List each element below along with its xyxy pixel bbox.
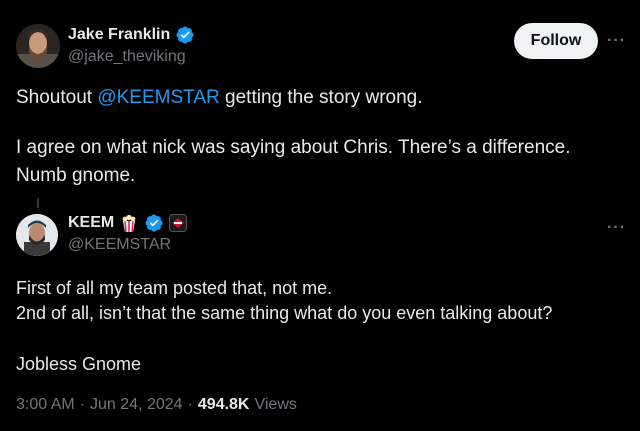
quoted-avatar-image: [16, 214, 58, 256]
thread-connector-line: [37, 198, 39, 208]
mention-link[interactable]: @KEEMSTAR: [97, 87, 219, 108]
views-label: Views: [254, 396, 297, 413]
tweet-text-prefix: Shoutout: [16, 87, 98, 108]
tweet-paragraph-2: I agree on what nick was saying about Ch…: [16, 137, 576, 186]
verified-badge-icon[interactable]: [144, 213, 164, 233]
meta-separator: ·: [187, 396, 193, 413]
verified-badge-icon[interactable]: [175, 25, 195, 45]
views-count: 494.8K: [197, 396, 250, 413]
follow-button[interactable]: Follow: [514, 23, 598, 59]
meta-separator: ·: [79, 396, 86, 413]
author-avatar[interactable]: [16, 24, 60, 68]
popcorn-emoji-icon: [122, 214, 136, 233]
affiliate-badge-icon[interactable]: [169, 214, 188, 232]
tweet-text-suffix: getting the story wrong.: [219, 87, 423, 108]
quoted-more-options-icon[interactable]: ···: [607, 219, 626, 237]
tweet-meta: 3:00 AM · Jun 24, 2024 · 494.8K Views: [16, 396, 297, 414]
author-avatar-image: [16, 24, 60, 68]
author-name-row[interactable]: Jake Franklin: [68, 25, 195, 45]
tweet-text: Shoutout @KEEMSTAR getting the story wro…: [16, 84, 626, 112]
quoted-text-line-2: 2nd of all, isn’t that the same thing wh…: [16, 303, 553, 323]
quoted-author-avatar[interactable]: [16, 214, 58, 256]
quoted-text-line-1: First of all my team posted that, not me…: [16, 278, 333, 298]
quoted-text-line-3: Jobless Gnome: [16, 354, 142, 374]
tweet-date[interactable]: Jun 24, 2024: [90, 396, 183, 414]
quoted-author-name-row[interactable]: KEEM: [68, 213, 188, 233]
quoted-author-display-name[interactable]: KEEM: [68, 214, 114, 232]
more-options-icon[interactable]: ···: [607, 32, 626, 50]
tweet-time[interactable]: 3:00 AM: [16, 396, 75, 414]
quoted-author-handle[interactable]: @KEEMSTAR: [68, 236, 171, 254]
author-handle[interactable]: @jake_theviking: [68, 48, 186, 66]
author-display-name[interactable]: Jake Franklin: [68, 26, 170, 44]
